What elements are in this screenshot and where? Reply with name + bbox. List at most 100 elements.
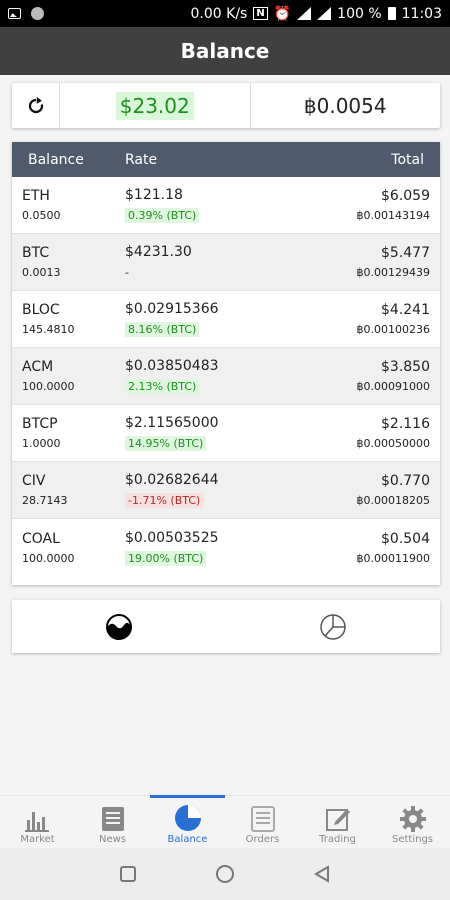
usd-value: $2.116 [381, 416, 430, 432]
usd-value: $0.504 [381, 530, 430, 547]
header-total: Total [391, 151, 424, 168]
usd-value: $0.770 [381, 473, 430, 489]
usd-total-cell: $23.02 [60, 83, 250, 128]
btc-total-cell: ฿0.0054 [249, 83, 441, 128]
nav-label: Market [20, 834, 55, 845]
btc-value: ฿0.00091000 [356, 380, 430, 393]
table-row[interactable]: ACM 100.0000 $0.03850483 2.13% (BTC) $3.85… [12, 348, 440, 405]
coin-symbol: BTC [22, 245, 50, 261]
coin-amount: 145.4810 [22, 323, 75, 336]
nav-balance[interactable]: Balance [150, 795, 225, 849]
coin-rate: $121.18 [125, 187, 183, 203]
refresh-icon [28, 96, 43, 113]
refresh-button[interactable] [12, 83, 60, 128]
change-badge: 2.13% (BTC) [125, 379, 200, 394]
coin-rate: $0.02915366 [125, 301, 219, 317]
back-icon[interactable] [313, 865, 331, 883]
usd-value: $4.241 [381, 302, 430, 318]
coin-symbol: ETH [22, 188, 50, 204]
coin-symbol: ACM [22, 359, 54, 375]
status-bar: 0.00 K/s N ⏰ 100 % 11:03 [0, 0, 450, 27]
usd-value: $5.477 [381, 245, 430, 261]
change-badge: 19.00% (BTC) [125, 550, 207, 566]
header-balance: Balance [28, 151, 84, 168]
nav-news[interactable]: News [75, 796, 150, 849]
cell-signal-icon [317, 7, 332, 20]
nav-label: News [98, 834, 127, 845]
change-badge: 8.16% (BTC) [125, 322, 200, 337]
pie-chart-icon [320, 613, 346, 640]
btc-value: ฿0.00050000 [356, 437, 430, 450]
coin-symbol: BLOC [22, 302, 60, 318]
coin-amount: 1.0000 [22, 437, 61, 450]
btc-total: ฿0.0054 [303, 93, 387, 118]
battery-level: 100 % [337, 5, 382, 22]
nav-label: Balance [167, 834, 208, 845]
table-row[interactable]: BTCP 1.0000 $2.11565000 14.95% (BTC) $2.11… [12, 405, 440, 462]
coin-rate: $2.11565000 [125, 415, 219, 431]
system-navigation-bar [0, 848, 450, 900]
table-row[interactable]: CIV 28.7143 $0.02682644 -1.71% (BTC) $0.77… [12, 462, 440, 519]
table-row[interactable]: COAL 100.0000 $0.00503525 19.00% (BTC) $0.… [12, 519, 440, 576]
app-notification-icon [31, 7, 44, 20]
coin-rate: $0.00503525 [125, 529, 219, 546]
battery-icon [387, 7, 396, 20]
coin-amount: 100.0000 [22, 551, 75, 565]
usd-total: $23.02 [115, 91, 194, 120]
list-icon [250, 806, 275, 832]
chart-toggle [12, 600, 440, 653]
half-filled-circle-icon [106, 613, 132, 640]
nav-label: Settings [391, 834, 433, 845]
network-speed: 0.00 K/s [190, 5, 248, 22]
app-title-bar: Balance [0, 27, 450, 75]
pie-chart-icon [174, 805, 201, 831]
nav-settings[interactable]: Settings [375, 796, 450, 849]
pie-chart-toggle[interactable] [226, 600, 440, 653]
btc-value: ฿0.00011900 [356, 551, 430, 565]
change-badge: 0.39% (BTC) [125, 208, 200, 223]
home-icon[interactable] [215, 864, 235, 884]
coin-rate: $0.03850483 [125, 358, 219, 374]
newspaper-icon [101, 807, 124, 831]
nfc-icon: N [253, 7, 268, 20]
btc-value: ฿0.00018205 [356, 494, 430, 507]
clock: 11:03 [401, 5, 442, 22]
nav-trading[interactable]: Trading [300, 796, 375, 849]
usd-value: $3.850 [381, 359, 430, 375]
nav-market[interactable]: Market [0, 796, 75, 849]
btc-value: ฿0.00143194 [356, 209, 430, 222]
nav-label: Trading [319, 834, 356, 845]
table-row[interactable]: ETH 0.0500 $121.18 0.39% (BTC) $6.059 ฿0.00… [12, 177, 440, 234]
balance-table: Balance Rate Total ETH 0.0500 $121.18 0.39… [12, 142, 440, 585]
change-badge: 14.95% (BTC) [125, 436, 207, 451]
bar-chart-icon [24, 812, 49, 832]
change-badge: - [125, 266, 129, 279]
nav-label: Orders [245, 834, 280, 845]
table-row[interactable]: BLOC 145.4810 $0.02915366 8.16% (BTC) $4.2… [12, 291, 440, 348]
coin-rate: $0.02682644 [125, 472, 219, 488]
table-row[interactable]: BTC 0.0013 $4231.30 - $5.477 ฿0.00129439 [12, 234, 440, 291]
alarm-icon: ⏰ [273, 5, 292, 22]
area-chart-toggle[interactable] [12, 600, 226, 653]
edit-icon [325, 809, 350, 831]
nav-orders[interactable]: Orders [225, 796, 300, 849]
coin-amount: 0.0013 [22, 266, 61, 279]
wifi-signal-icon [297, 7, 312, 20]
page-title: Balance [180, 39, 270, 63]
coin-amount: 0.0500 [22, 209, 61, 222]
coin-amount: 100.0000 [22, 380, 75, 393]
coin-symbol: CIV [22, 473, 46, 489]
table-header: Balance Rate Total [12, 142, 440, 177]
usd-value: $6.059 [381, 188, 430, 204]
gear-icon [399, 806, 426, 832]
recents-icon[interactable] [119, 865, 137, 883]
btc-value: ฿0.00100236 [356, 323, 430, 336]
bottom-navigation: Market News Balance Orders Trading Setti… [0, 795, 450, 849]
coin-amount: 28.7143 [22, 494, 68, 507]
btc-value: ฿0.00129439 [356, 266, 430, 279]
balance-summary: $23.02 ฿0.0054 [12, 83, 440, 128]
coin-symbol: COAL [22, 530, 60, 547]
coin-symbol: BTCP [22, 416, 58, 432]
header-rate: Rate [125, 151, 158, 168]
coin-rate: $4231.30 [125, 244, 192, 260]
